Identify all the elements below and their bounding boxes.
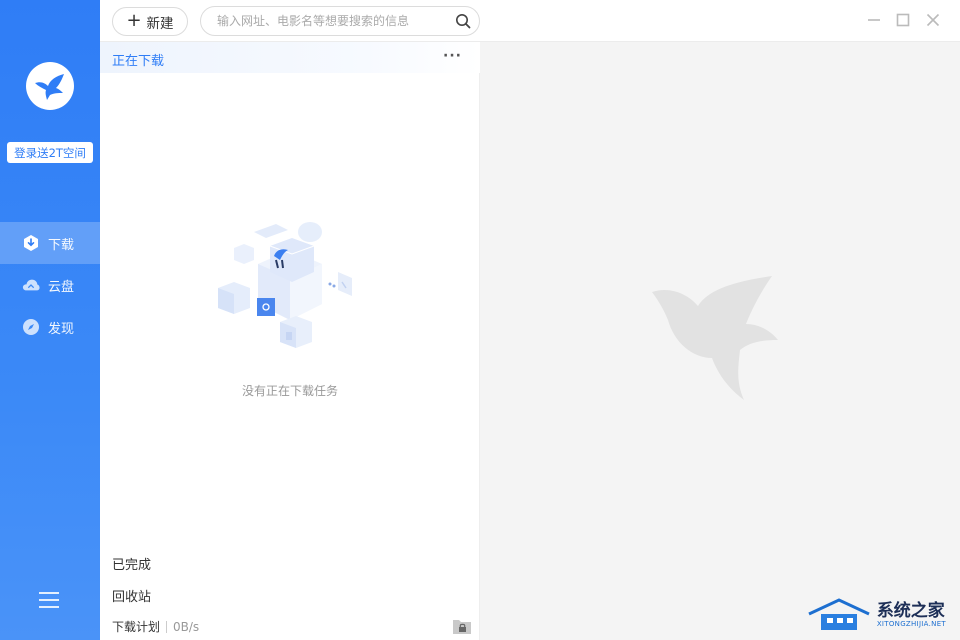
bird-logo-icon [35,74,64,100]
sidebar-item-label: 下载 [48,237,75,253]
download-speed: 0B/s [173,619,200,634]
search-box [200,6,480,36]
task-detail-area: 系统之家 XITONGZHIJIA.NET [480,42,960,640]
watermark-cn: 系统之家 [876,601,945,621]
sidebar-item-label: 云盘 [48,279,75,295]
site-watermark: 系统之家 XITONGZHIJIA.NET [807,598,946,632]
empty-state-illustration [218,222,352,348]
empty-state-message: 没有正在下载任务 [241,384,338,398]
search-input[interactable] [217,12,447,30]
lock-folder-icon[interactable] [452,617,472,635]
maximize-icon[interactable] [895,12,911,28]
completed-link[interactable]: 已完成 [112,554,151,573]
sidebar-item-label: 发现 [48,321,75,337]
hamburger-menu-icon[interactable] [39,592,59,608]
new-task-button[interactable]: + 新建 [112,7,188,36]
more-options-icon[interactable]: ··· [443,48,462,64]
house-logo-icon [808,598,870,630]
app-window: 登录送2T空间 下载 云盘 发现 + 新建 输入网址、电影名等想要搜索的信息 正… [0,0,960,640]
compass-icon [22,318,40,336]
sidebar-item-cloud[interactable]: 云盘 [0,264,100,306]
new-task-label: 新建 [146,15,174,32]
download-icon [22,234,40,252]
plus-icon: + [126,9,142,31]
sidebar: 登录送2T空间 下载 云盘 发现 [0,0,100,640]
login-promo-button[interactable]: 登录送2T空间 [7,142,93,163]
app-logo [26,62,74,110]
top-toolbar: + 新建 [100,0,960,42]
downloading-tab-header[interactable]: 正在下载 ··· [100,42,480,73]
download-list-panel: 正在下载 ··· 没有正在下载任务 已完成 回收站 下载计划 0B/s [100,42,480,640]
close-icon[interactable] [925,12,941,28]
search-icon[interactable] [455,13,471,29]
bird-watermark-icon [652,276,778,400]
sidebar-item-download[interactable]: 下载 [0,222,100,264]
download-plan-bar: 下载计划 0B/s [112,618,199,635]
sidebar-item-discover[interactable]: 发现 [0,306,100,348]
minimize-icon[interactable] [866,12,882,28]
download-plan-link[interactable]: 下载计划 [112,618,160,635]
recycle-bin-link[interactable]: 回收站 [112,586,151,605]
divider [166,620,168,633]
cloud-icon [22,276,40,294]
downloading-title: 正在下载 [112,54,165,69]
watermark-en: XITONGZHIJIA.NET [876,620,946,628]
